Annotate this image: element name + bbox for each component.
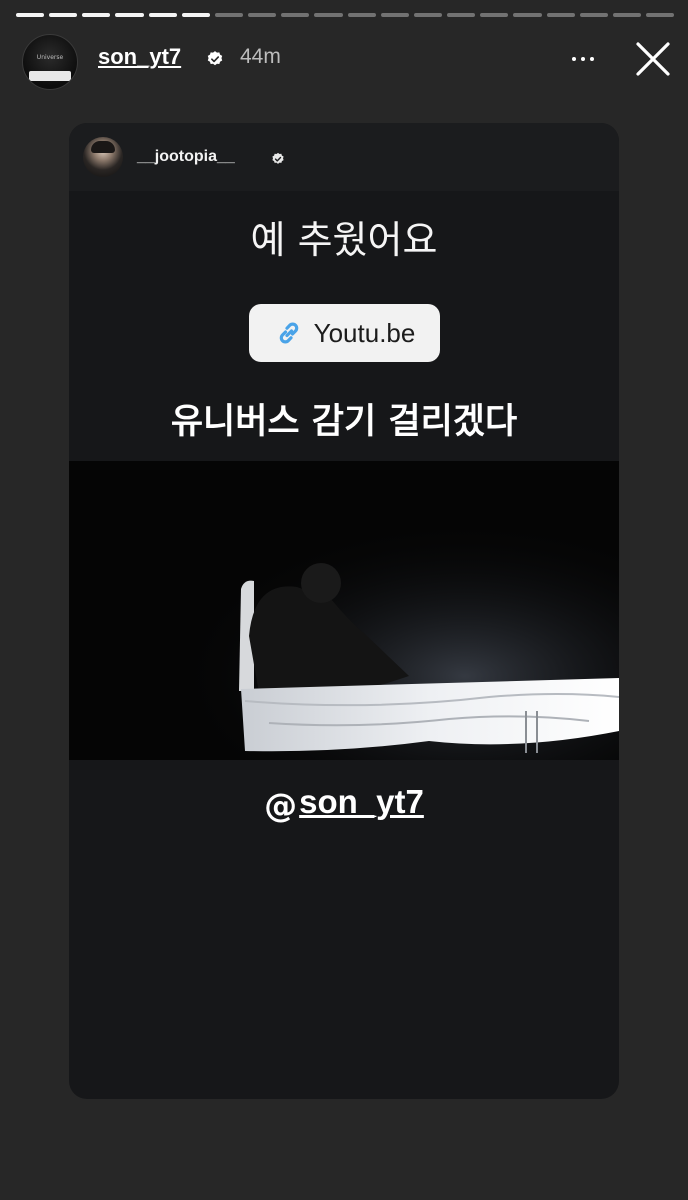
progress-segment [380, 13, 409, 17]
mention-username: son_yt7 [299, 783, 424, 820]
progress-segment [612, 13, 641, 17]
shared-post-card[interactable]: __jootopia__ 예 추웠어요 Youtu.be 유니버스 감기 걸리겠… [69, 123, 619, 1099]
link-icon [279, 322, 298, 344]
progress-segment [413, 13, 443, 17]
story-username[interactable]: son_yt7 [98, 44, 181, 70]
progress-segment [49, 13, 78, 17]
threads-icon: @ [264, 786, 298, 825]
mention-link[interactable]: @son_yt7 [69, 783, 619, 825]
progress-segment [513, 13, 542, 17]
profile-avatar[interactable]: Universe [22, 34, 78, 90]
progress-segment [248, 13, 277, 17]
progress-segment [347, 13, 376, 17]
story-text-line-1: 예 추웠어요 [250, 218, 438, 262]
link-sticker[interactable]: Youtu.be [249, 304, 440, 362]
progress-segment [480, 13, 509, 17]
more-options-icon[interactable] [568, 44, 598, 74]
story-timestamp: 44m [240, 45, 281, 68]
progress-segment [214, 13, 244, 17]
progress-segment [447, 13, 476, 17]
story-progress-bar [16, 13, 675, 17]
shared-post-author[interactable]: __jootopia__ [137, 148, 235, 166]
verified-badge-icon [207, 51, 223, 66]
avatar-caption: Universe [36, 54, 64, 61]
shared-post-author-avatar[interactable] [83, 137, 123, 177]
progress-segment [645, 13, 675, 17]
progress-segment [82, 13, 111, 17]
shared-post-photo [69, 461, 619, 760]
progress-segment [16, 13, 45, 17]
verified-badge-icon [272, 152, 284, 164]
progress-segment [148, 13, 177, 17]
progress-segment [546, 13, 575, 17]
progress-segment [115, 13, 144, 17]
close-icon[interactable] [634, 40, 672, 78]
link-sticker-label: Youtu.be [313, 317, 416, 348]
progress-segment [281, 13, 310, 17]
progress-segment [314, 13, 343, 17]
progress-segment [181, 13, 210, 17]
avatar-band [29, 71, 71, 81]
progress-segment [579, 13, 608, 17]
story-text-line-2: 유니버스 감기 걸리겠다 [170, 402, 518, 442]
story-header: Universe son_yt7 44m [22, 34, 674, 90]
shared-post-header: __jootopia__ [69, 123, 619, 191]
